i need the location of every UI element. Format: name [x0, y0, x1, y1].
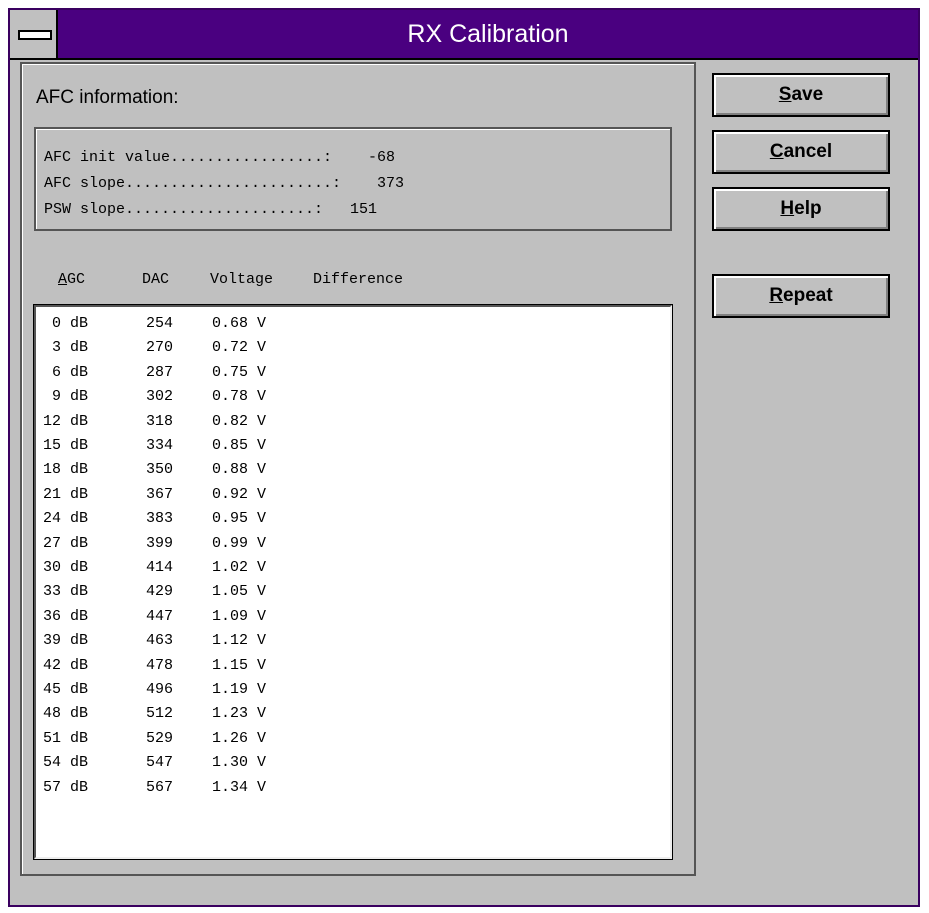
agc-cell: 45 dB: [42, 681, 88, 698]
dac-cell: 512: [146, 705, 174, 723]
agc-cell: 57 dB: [42, 778, 88, 796]
list-item[interactable]: 21 dB 367 0.92 V: [36, 486, 670, 510]
voltage-cell: 1.19 V: [212, 681, 267, 698]
agc-cell: 30 dB: [42, 559, 88, 576]
dac-cell: 318: [146, 412, 174, 430]
voltage-column-header: Voltage: [210, 271, 274, 288]
dac-cell: 270: [146, 339, 174, 357]
dac-cell: 447: [146, 607, 174, 625]
window-title: RX Calibration: [407, 20, 569, 48]
dac-cell: 334: [146, 437, 174, 454]
agc-cell: 42 dB: [42, 656, 88, 674]
list-item[interactable]: 24 dB 383 0.95 V: [36, 510, 670, 534]
difference-column-header: Difference: [313, 271, 404, 288]
dac-cell: 254: [146, 315, 174, 332]
list-item[interactable]: 45 dB 496 1.19 V: [36, 681, 670, 705]
voltage-cell: 1.23 V: [212, 705, 267, 723]
afc-header: AFC information:: [36, 87, 179, 108]
agc-cell: 21 dB: [42, 485, 88, 503]
list-item[interactable]: 39 dB 463 1.12 V: [36, 632, 670, 656]
voltage-cell: 1.26 V: [212, 729, 267, 747]
agc-cell: 12 dB: [42, 412, 88, 430]
list-item[interactable]: 3 dB 270 0.72 V: [36, 339, 670, 363]
voltage-cell: 1.34 V: [212, 778, 267, 796]
dac-cell: 414: [146, 559, 174, 576]
list-item[interactable]: 33 dB 429 1.05 V: [36, 583, 670, 607]
voltage-cell: 1.05 V: [212, 583, 267, 601]
dac-cell: 496: [146, 681, 174, 698]
list-item[interactable]: 9 dB 302 0.78 V: [36, 388, 670, 412]
repeat-button[interactable]: Repeat: [712, 274, 890, 318]
list-item[interactable]: 6 dB 287 0.75 V: [36, 364, 670, 388]
dac-cell: 463: [146, 632, 174, 650]
dac-cell: 478: [146, 656, 174, 674]
voltage-cell: 0.85 V: [212, 437, 267, 454]
agc-cell: 18 dB: [42, 461, 88, 479]
list-item[interactable]: 30 dB 414 1.02 V: [36, 559, 670, 583]
voltage-cell: 0.68 V: [212, 315, 267, 332]
agc-cell: 3 dB: [51, 339, 88, 357]
voltage-cell: 0.82 V: [212, 412, 267, 430]
voltage-cell: 0.75 V: [212, 363, 267, 381]
agc-cell: 48 dB: [42, 705, 88, 723]
list-item[interactable]: 27 dB 399 0.99 V: [36, 535, 670, 559]
list-item[interactable]: 54 dB 547 1.30 V: [36, 754, 670, 778]
psw-slope-line: PSW slope.....................: 151: [44, 201, 378, 218]
list-item[interactable]: 0 dB 254 0.68 V: [36, 315, 670, 339]
agc-cell: 9 dB: [51, 388, 88, 406]
list-item[interactable]: 51 dB 529 1.26 V: [36, 730, 670, 754]
agc-cell: 36 dB: [42, 607, 88, 625]
dac-cell: 567: [146, 778, 174, 796]
dac-cell: 429: [146, 583, 174, 601]
voltage-cell: 1.02 V: [212, 559, 267, 576]
list-item[interactable]: 57 dB 567 1.34 V: [36, 779, 670, 803]
afc-init-value-line: AFC init value.................: -68: [44, 149, 396, 166]
agc-cell: 0 dB: [51, 315, 88, 332]
dac-cell: 547: [146, 754, 174, 772]
voltage-cell: 0.99 V: [212, 534, 267, 552]
dac-cell: 399: [146, 534, 174, 552]
dac-cell: 302: [146, 388, 174, 406]
dac-cell: 367: [146, 485, 174, 503]
list-item[interactable]: 15 dB 334 0.85 V: [36, 437, 670, 461]
dac-cell: 383: [146, 510, 174, 528]
voltage-cell: 1.15 V: [212, 656, 267, 674]
voltage-cell: 0.78 V: [212, 388, 267, 406]
list-item[interactable]: 36 dB 447 1.09 V: [36, 608, 670, 632]
agc-cell: 24 dB: [42, 510, 88, 528]
dac-column-header: DAC: [142, 271, 170, 288]
list-item[interactable]: 48 dB 512 1.23 V: [36, 705, 670, 729]
dac-cell: 287: [146, 363, 174, 381]
cancel-button[interactable]: Cancel: [712, 130, 890, 174]
agc-cell: 6 dB: [51, 363, 88, 381]
agc-cell: 15 dB: [42, 437, 88, 454]
agc-list[interactable]: 0 dB 254 0.68 V 3 dB 270 0.72 V 6 dB 287 0.75 V 9…: [33, 304, 673, 860]
voltage-cell: 1.12 V: [212, 632, 267, 650]
agc-cell: 54 dB: [42, 754, 88, 772]
save-button[interactable]: Save: [712, 73, 890, 117]
list-item[interactable]: 18 dB 350 0.88 V: [36, 461, 670, 485]
agc-cell: 33 dB: [42, 583, 88, 601]
voltage-cell: 0.72 V: [212, 339, 267, 357]
title-bar: RX Calibration: [10, 10, 918, 60]
voltage-cell: 0.95 V: [212, 510, 267, 528]
dac-cell: 350: [146, 461, 174, 479]
dac-cell: 529: [146, 729, 174, 747]
agc-cell: 39 dB: [42, 632, 88, 650]
agc-column-header: AGC: [58, 271, 86, 288]
voltage-cell: 1.09 V: [212, 607, 267, 625]
agc-cell: 51 dB: [42, 729, 88, 747]
afc-slope-line: AFC slope.......................: 373: [44, 175, 405, 192]
system-menu-icon[interactable]: [10, 10, 58, 58]
voltage-cell: 0.92 V: [212, 485, 267, 503]
voltage-cell: 1.30 V: [212, 754, 267, 772]
help-button[interactable]: Help: [712, 187, 890, 231]
agc-cell: 27 dB: [42, 534, 88, 552]
voltage-cell: 0.88 V: [212, 461, 267, 479]
list-item[interactable]: 12 dB 318 0.82 V: [36, 413, 670, 437]
list-item[interactable]: 42 dB 478 1.15 V: [36, 657, 670, 681]
